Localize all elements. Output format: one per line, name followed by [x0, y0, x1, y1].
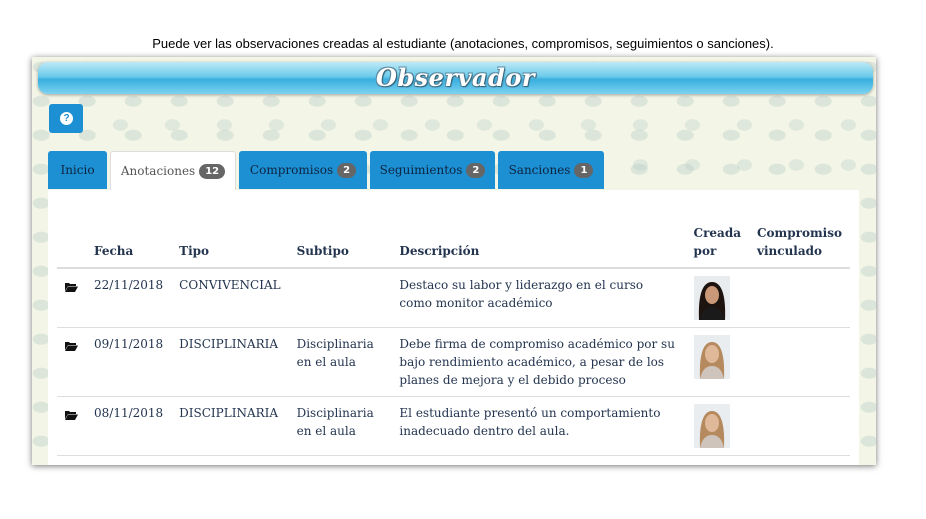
compromiso-cell [749, 327, 850, 397]
tab-sanciones[interactable]: Sanciones 1 [498, 151, 604, 189]
title-bar: Observador [38, 62, 873, 94]
descripcion-cell: El estudiante presentó un comportamiento… [391, 396, 686, 456]
header-creada-line2: por [693, 244, 717, 258]
compromiso-cell [749, 396, 850, 456]
descripcion-cell: Debe firma de compromiso académico por s… [391, 327, 686, 397]
folder-open-icon[interactable] [65, 410, 78, 420]
header-creada-line1: Creada [693, 226, 741, 240]
tab-label: Sanciones [508, 163, 571, 177]
anotaciones-table: Fecha Tipo Subtipo Descripción Creada por… [57, 219, 850, 456]
question-circle-icon: ? [60, 112, 73, 125]
window-title: Observador [375, 63, 536, 92]
header-fecha[interactable]: Fecha [86, 219, 172, 269]
tab-label: Inicio [60, 163, 95, 177]
tab-inicio[interactable]: Inicio [48, 151, 107, 189]
avatar [693, 404, 730, 448]
header-tipo[interactable]: Tipo [171, 219, 289, 269]
observador-window: Observador ? Inicio Anotaciones 12 Compro… [32, 57, 876, 465]
creada-por-cell [685, 396, 749, 456]
header-compromiso-line2: vinculado [757, 244, 823, 258]
caption-text: Puede ver las observaciones creadas al e… [152, 36, 774, 51]
tab-anotaciones[interactable]: Anotaciones 12 [110, 151, 236, 190]
header-subtipo[interactable]: Subtipo [288, 219, 392, 269]
descripcion-cell: Destaco su labor y liderazgo en el curso… [391, 268, 686, 328]
fecha-cell: 22/11/2018 [86, 268, 172, 328]
fecha-cell: 09/11/2018 [86, 327, 172, 397]
compromiso-cell [749, 268, 850, 328]
count-badge: 2 [466, 163, 486, 178]
header-creada-por[interactable]: Creada por [685, 219, 749, 269]
fecha-cell: 08/11/2018 [86, 396, 172, 456]
help-button[interactable]: ? [49, 104, 83, 133]
subtipo-cell [288, 268, 392, 328]
header-descripcion[interactable]: Descripción [391, 219, 686, 269]
tab-label: Seguimientos [379, 163, 463, 177]
folder-open-icon[interactable] [65, 341, 78, 351]
tipo-cell: DISCIPLINARIA [171, 396, 289, 456]
tipo-cell: CONVIVENCIAL [171, 268, 289, 328]
tab-seguimientos[interactable]: Seguimientos 2 [370, 151, 495, 189]
creada-por-cell [685, 268, 749, 328]
table-row: 08/11/2018 DISCIPLINARIA Disciplinaria e… [57, 396, 850, 456]
creada-por-cell [685, 327, 749, 397]
tab-compromisos[interactable]: Compromisos 2 [239, 151, 367, 189]
subtipo-cell: Disciplinaria en el aula [288, 327, 392, 397]
avatar [693, 276, 730, 320]
subtipo-cell: Disciplinaria en el aula [288, 396, 392, 456]
tab-label: Anotaciones [120, 164, 196, 178]
count-badge: 2 [337, 163, 357, 178]
anotaciones-panel: Fecha Tipo Subtipo Descripción Creada por… [48, 190, 859, 465]
header-compromiso-vinculado[interactable]: Compromiso vinculado [749, 219, 850, 269]
folder-open-icon[interactable] [65, 282, 78, 292]
tipo-cell: DISCIPLINARIA [171, 327, 289, 397]
table-row: 22/11/2018 CONVIVENCIAL Destaco su labor… [57, 268, 850, 328]
tab-label: Compromisos [249, 163, 334, 177]
header-compromiso-line1: Compromiso [757, 226, 842, 240]
count-badge: 12 [199, 164, 226, 179]
table-row: 09/11/2018 DISCIPLINARIA Disciplinaria e… [57, 327, 850, 397]
table-header-row: Fecha Tipo Subtipo Descripción Creada por… [57, 219, 850, 269]
header-icon-column [57, 219, 86, 269]
count-badge: 1 [574, 163, 594, 178]
avatar [693, 335, 730, 379]
